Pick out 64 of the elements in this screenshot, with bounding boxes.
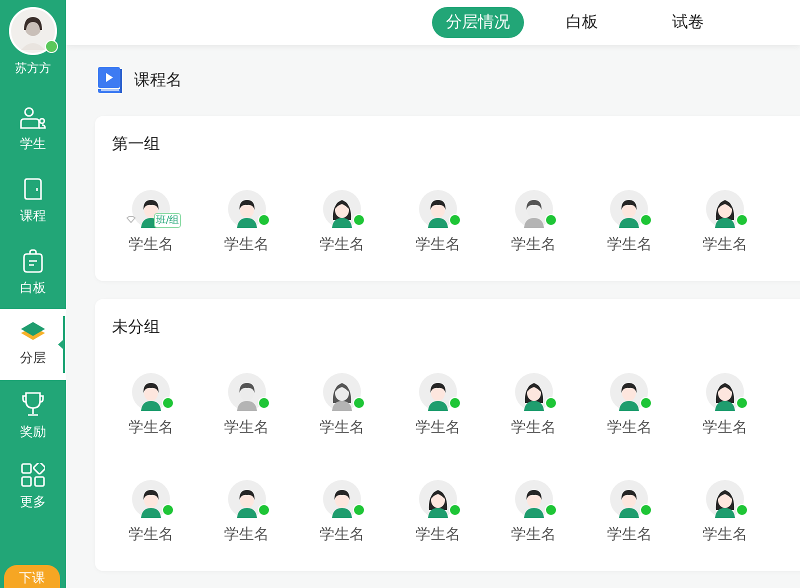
student-avatar[interactable] [706, 373, 744, 411]
student-name: 学生名 [511, 525, 556, 543]
student-name: 学生名 [128, 418, 174, 436]
student-avatar[interactable] [514, 190, 553, 228]
student-avatar[interactable] [418, 373, 457, 411]
nav-item[interactable]: 奖励 [0, 380, 66, 452]
student-avatar[interactable] [418, 480, 457, 518]
student-avatar[interactable] [610, 480, 648, 518]
nav-item[interactable]: 课程 [0, 166, 66, 237]
nav-item[interactable]: 更多 [0, 452, 66, 523]
student-name: 学生名 [702, 418, 748, 436]
tab[interactable]: 分层情况 [432, 7, 524, 38]
group-title: 未分组 [112, 317, 161, 337]
nav-item[interactable]: 学生 [0, 94, 66, 166]
student-name: 学生名 [606, 418, 652, 436]
student-avatar[interactable] [610, 190, 648, 228]
student-avatar[interactable] [706, 190, 744, 228]
trophy-icon [21, 390, 45, 417]
nav-item[interactable]: 分层 [0, 308, 66, 380]
student-avatar[interactable] [514, 373, 553, 411]
course-title: 课程名 [134, 70, 182, 90]
nav-item[interactable]: 白板 [0, 237, 66, 308]
student-name: 学生名 [606, 235, 652, 253]
student-avatar[interactable] [514, 480, 553, 518]
student-avatar[interactable] [132, 480, 170, 518]
group-title: 第一组 [112, 134, 161, 154]
student-name: 学生名 [224, 235, 270, 253]
student-name: 学生名 [702, 235, 748, 253]
group-tag: 班/组 [154, 213, 182, 228]
student-avatar[interactable] [323, 190, 362, 228]
tab[interactable]: 试卷 [640, 7, 736, 38]
end-class-button[interactable]: 下课 [4, 565, 60, 588]
student-name: 学生名 [511, 418, 556, 436]
student-name: 学生名 [511, 235, 556, 253]
tab[interactable]: 白板 [534, 7, 630, 38]
student-name: 学生名 [128, 235, 174, 253]
person-icon [20, 106, 46, 129]
student-name: 学生名 [320, 235, 365, 253]
apps-icon [21, 463, 45, 488]
user-avatar[interactable] [9, 7, 57, 55]
student-avatar[interactable] [323, 373, 362, 411]
student-avatar[interactable] [228, 373, 266, 411]
student-name: 学生名 [320, 525, 365, 543]
student-name: 学生名 [224, 525, 270, 543]
student-name: 学生名 [224, 418, 270, 436]
student-name: 学生名 [606, 525, 652, 543]
student-name: 学生名 [128, 525, 174, 543]
student-avatar[interactable] [323, 480, 362, 518]
student-avatar[interactable] [418, 190, 457, 228]
user-name: 苏方方 [15, 60, 51, 77]
student-name: 学生名 [702, 525, 748, 543]
student-avatar[interactable] [610, 373, 648, 411]
student-avatar[interactable] [706, 480, 744, 518]
clipboard-icon [22, 248, 44, 273]
student-name: 学生名 [415, 418, 460, 436]
student-avatar[interactable] [228, 480, 266, 518]
video-book-icon [98, 67, 122, 93]
student-name: 学生名 [320, 418, 365, 436]
student-avatar[interactable] [132, 373, 170, 411]
selection-indicator [58, 316, 65, 372]
diamond-icon [126, 216, 136, 223]
student-avatar[interactable] [228, 190, 266, 228]
student-name: 学生名 [415, 235, 460, 253]
student-name: 学生名 [415, 525, 460, 543]
